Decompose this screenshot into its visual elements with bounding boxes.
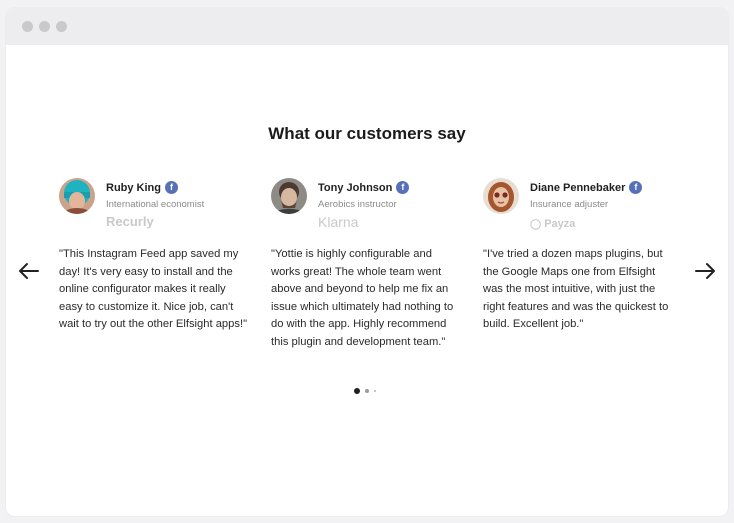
window-dot-maximize[interactable] (56, 21, 67, 32)
company-logo: Klarna (318, 214, 359, 230)
pagination-dot[interactable] (374, 390, 376, 392)
facebook-icon: f (165, 180, 178, 194)
facebook-icon: f (629, 180, 643, 194)
window-dot-minimize[interactable] (39, 21, 50, 32)
window-titlebar (6, 8, 728, 45)
reviewer-role: Aerobics instructor (318, 199, 397, 210)
browser-window: What our customers say Ruby King f Intern… (6, 8, 728, 516)
avatar (271, 178, 307, 214)
section-heading: What our customers say (268, 124, 466, 143)
avatar (59, 178, 95, 214)
reviewer-role: International economist (106, 199, 205, 210)
next-arrow-button[interactable] (693, 261, 717, 281)
pagination-dot[interactable] (365, 389, 369, 393)
arrow-left-icon (19, 263, 39, 279)
testimonial-quote: "This Instagram Feed app saved my day! I… (59, 248, 248, 330)
prev-arrow-button[interactable] (17, 261, 41, 281)
reviewer-role: Insurance adjuster (530, 199, 609, 210)
pagination-dot-active[interactable] (354, 388, 360, 394)
reviewer-name: Diane Pennebaker f (530, 180, 643, 194)
facebook-icon: f (396, 180, 410, 194)
pagination-dots (6, 388, 728, 396)
reviewer-name: Ruby King f (106, 180, 178, 194)
arrow-right-icon (695, 263, 715, 279)
window-dot-close[interactable] (22, 21, 33, 32)
avatar (483, 178, 519, 214)
company-logo: ◯ Payza (530, 218, 576, 230)
testimonial-quote: "I've tried a dozen maps plugins, but th… (483, 248, 669, 330)
testimonial-quote: "Yottie is highly configurable and works… (271, 248, 454, 348)
company-logo: Recurly (106, 214, 154, 229)
reviewer-name: Tony Johnson f (318, 180, 410, 194)
